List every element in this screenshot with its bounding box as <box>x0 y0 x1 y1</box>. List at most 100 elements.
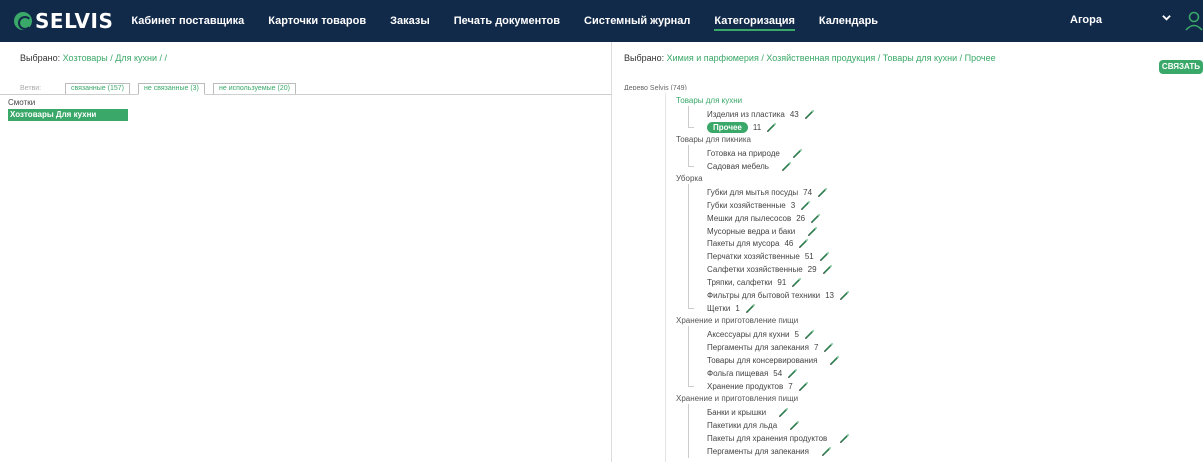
tree-branch-line <box>688 403 689 458</box>
tab-not-linked[interactable]: не связанные (3) <box>138 83 205 95</box>
tab-unused[interactable]: не используемые (20) <box>213 83 296 94</box>
tree-label: Пергаменты для запекания <box>707 446 809 456</box>
tree-label: Хранение продуктов <box>707 381 784 391</box>
category-tree[interactable]: Товары для кухни Изделия из пластика 43 Про… <box>613 90 1203 462</box>
edit-pencil-icon[interactable] <box>807 226 818 237</box>
edit-pencil-icon[interactable] <box>829 355 840 366</box>
tree-group[interactable]: Хранение и приготовления пищи <box>676 394 798 403</box>
tree-group[interactable]: Товары для пикника <box>676 135 751 144</box>
nav-calendar[interactable]: Календарь <box>819 15 878 27</box>
bind-button[interactable]: СВЯЗАТЬ <box>1159 60 1203 74</box>
nav-categorization[interactable]: Категоризация <box>714 11 795 31</box>
tree-item[interactable]: Пергаменты для запекания <box>707 446 832 457</box>
user-profile-icon[interactable] <box>1184 11 1203 31</box>
edit-pencil-icon[interactable] <box>839 290 850 301</box>
tree-label: Хранение и приготовления пищи <box>676 393 799 403</box>
tree-item[interactable]: Аксессуары для кухни 5 <box>707 329 815 340</box>
tree-group[interactable]: Уборка <box>676 174 703 183</box>
edit-pencil-icon[interactable] <box>800 200 811 211</box>
tree-item[interactable]: Фильтры для бытовой техники 13 <box>707 290 850 301</box>
tree-label: Перчатки хозяйственные <box>707 252 800 262</box>
nav-print-documents[interactable]: Печать документов <box>454 15 560 27</box>
tree-branch-line <box>688 183 689 305</box>
tree-count: 5 <box>794 330 799 340</box>
tree-item[interactable]: Фольга пищевая 54 <box>707 368 798 379</box>
selected-prefix: Выбрано: <box>20 53 61 63</box>
list-item-selected[interactable]: Хозтовары Для кухни <box>8 109 128 121</box>
tree-branch-line <box>688 326 689 382</box>
edit-pencil-icon[interactable] <box>822 264 833 275</box>
tree-label: Щетки <box>707 304 731 314</box>
right-panel: Выбрано: Химия и парфюмерия / Хозяйствен… <box>613 42 1203 462</box>
tree-group[interactable]: Хранение и приготовление пищи <box>676 316 798 325</box>
tree-label: Хранение и приготовление пищи <box>676 316 799 326</box>
tree-label: Товары для кухни <box>676 96 743 105</box>
nav-supplier-cabinet[interactable]: Кабинет поставщика <box>131 15 244 27</box>
tree-item[interactable]: Товары для консервирования <box>707 355 840 366</box>
tree-item[interactable]: Мешки для пылесосов 26 <box>707 213 821 224</box>
edit-pencil-icon[interactable] <box>792 148 803 159</box>
edit-pencil-icon[interactable] <box>781 161 792 172</box>
edit-pencil-icon[interactable] <box>791 277 802 288</box>
tree-item[interactable]: Пакеты для мусора 46 <box>707 238 809 249</box>
tree-item[interactable]: Перчатки хозяйственные 51 <box>707 251 830 262</box>
user-name[interactable]: Агора <box>1070 14 1102 26</box>
tree-item[interactable]: Пакеты для хранения продуктов <box>707 433 850 444</box>
edit-pencil-icon[interactable] <box>839 433 850 444</box>
tree-label: Садовая мебель <box>707 161 769 171</box>
tree-item[interactable]: Изделия из пластика 43 <box>707 109 815 120</box>
tree-item[interactable]: Тряпки, салфетки 91 <box>707 277 802 288</box>
tab-linked[interactable]: связанные (157) <box>65 83 130 94</box>
edit-pencil-icon[interactable] <box>789 420 800 431</box>
tree-item[interactable]: Готовка на природе <box>707 148 803 159</box>
edit-pencil-icon[interactable] <box>798 381 809 392</box>
selected-path[interactable]: Хозтовары / Для кухни / / <box>63 53 167 63</box>
tree-guide-line <box>665 90 666 462</box>
edit-pencil-icon[interactable] <box>819 251 830 262</box>
edit-pencil-icon[interactable] <box>787 368 798 379</box>
tree-branch-line <box>688 144 689 162</box>
edit-pencil-icon[interactable] <box>810 213 821 224</box>
tree-label: Аксессуары для кухни <box>707 330 790 340</box>
tree-item[interactable]: Губки хозяйственные 3 <box>707 200 811 211</box>
edit-pencil-icon[interactable] <box>798 238 809 249</box>
edit-pencil-icon[interactable] <box>804 109 815 120</box>
tree-count: 43 <box>789 109 799 119</box>
nav-orders[interactable]: Заказы <box>390 15 430 27</box>
selvis-logo[interactable]: SELVIS <box>14 9 113 33</box>
tree-item[interactable]: Пергаменты для запекания 7 <box>707 342 834 353</box>
tree-count: 3 <box>790 200 796 210</box>
edit-pencil-icon[interactable] <box>823 342 834 353</box>
tree-count: 29 <box>807 265 817 275</box>
tree-item[interactable]: Прочее 11 <box>707 121 777 133</box>
tree-item[interactable]: Хранение продуктов 7 <box>707 381 809 392</box>
tree-item[interactable]: Пакетики для льда <box>707 420 800 431</box>
tree-count: 13 <box>825 291 835 301</box>
edit-pencil-icon[interactable] <box>778 407 789 418</box>
selected-path[interactable]: Химия и парфюмерия / Хозяйственная проду… <box>667 53 996 63</box>
nav-system-log[interactable]: Системный журнал <box>584 15 690 27</box>
tree-label: Салфетки хозяйственные <box>707 265 803 275</box>
edit-pencil-icon[interactable] <box>821 446 832 457</box>
tree-group[interactable]: Товары для кухни <box>676 96 742 105</box>
tree-item[interactable]: Губки для мытья посуды 74 <box>707 187 828 198</box>
nav-product-cards[interactable]: Карточки товаров <box>268 15 366 27</box>
logo-text: SELVIS <box>35 9 114 33</box>
tree-label: Банки и крышки <box>707 407 767 417</box>
tree-item[interactable]: Садовая мебель <box>707 161 792 172</box>
edit-pencil-icon[interactable] <box>766 122 777 133</box>
edit-pencil-icon[interactable] <box>817 187 828 198</box>
tree-item[interactable]: Щетки 1 <box>707 303 756 314</box>
tree-count: 46 <box>784 239 794 249</box>
tree-item[interactable]: Банки и крышки <box>707 407 789 418</box>
edit-pencil-icon[interactable] <box>745 303 756 314</box>
list-item[interactable]: Смотки <box>8 98 35 107</box>
tree-branch-corner <box>688 160 694 167</box>
edit-pencil-icon[interactable] <box>804 329 815 340</box>
tree-branch-corner <box>688 380 694 387</box>
tree-label: Изделия из пластика <box>707 109 785 119</box>
chevron-down-icon[interactable] <box>1162 13 1171 25</box>
selected-prefix: Выбрано: <box>624 53 665 63</box>
tree-item[interactable]: Салфетки хозяйственные 29 <box>707 264 833 275</box>
tree-item[interactable]: Мусорные ведра и баки <box>707 226 818 237</box>
